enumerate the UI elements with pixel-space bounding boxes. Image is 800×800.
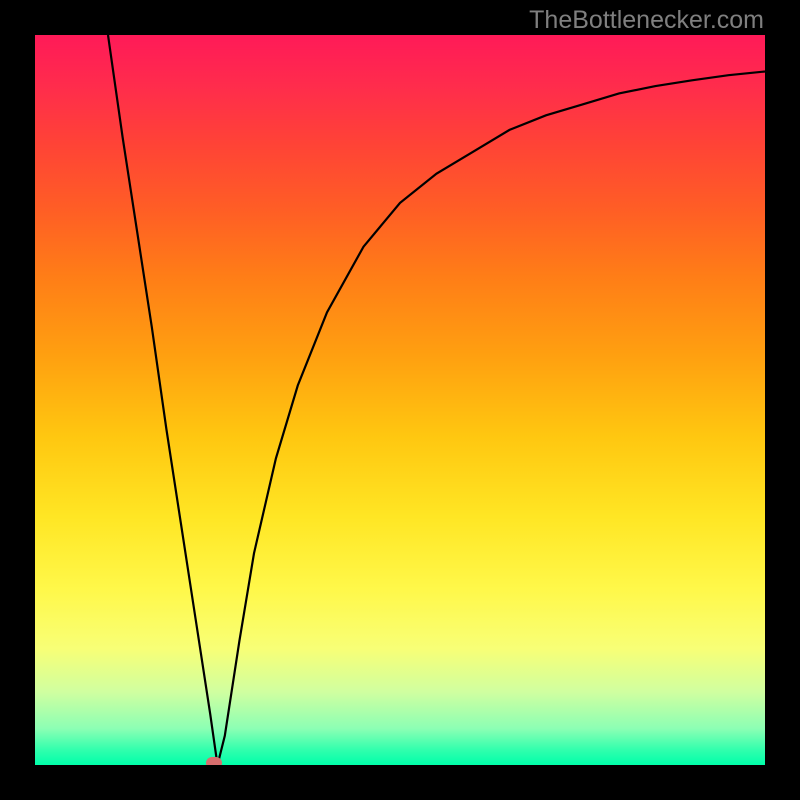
- optimal-point-marker: [206, 757, 222, 765]
- chart-background-gradient: [35, 35, 765, 765]
- watermark-text: TheBottlenecker.com: [529, 6, 764, 35]
- bottleneck-curve: [35, 35, 765, 765]
- chart-plot-area: [35, 35, 765, 765]
